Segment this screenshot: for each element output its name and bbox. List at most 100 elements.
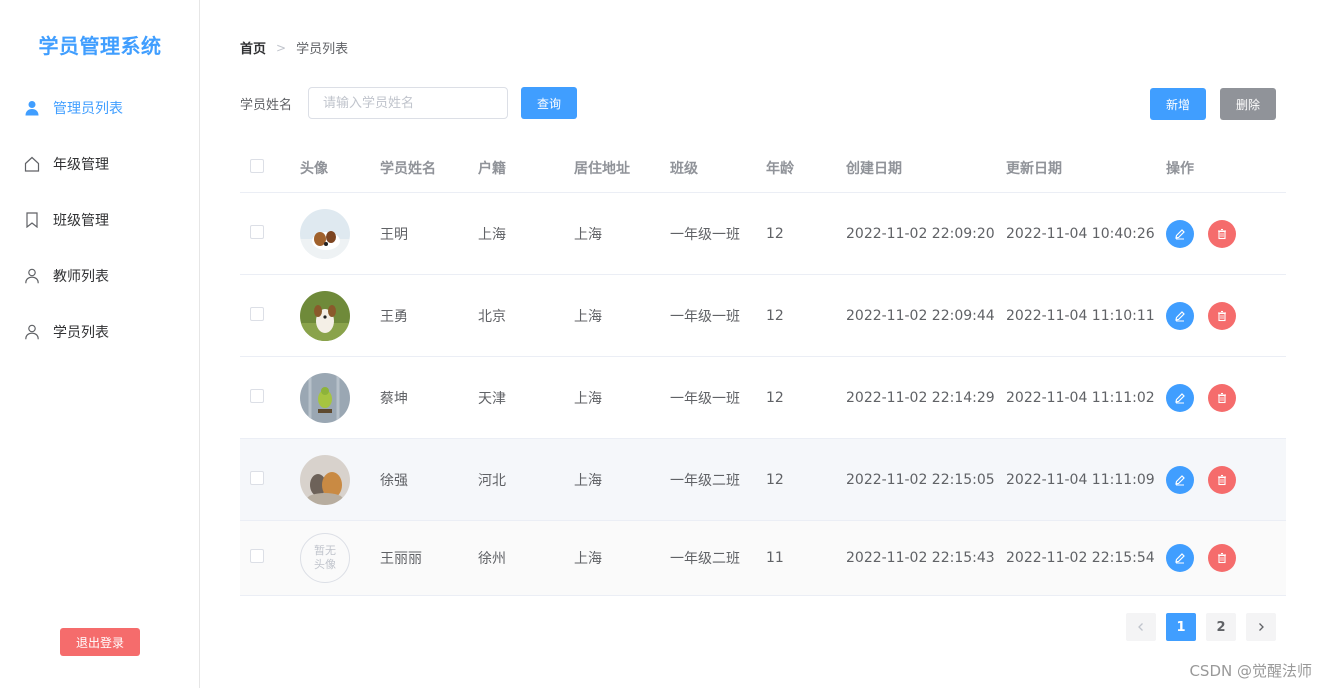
delete-row-button[interactable] <box>1208 544 1236 572</box>
dog-photo-avatar <box>300 208 350 259</box>
row-checkbox[interactable] <box>250 306 264 321</box>
page-1-button[interactable]: 1 <box>1166 613 1196 641</box>
header-avatar: 头像 <box>300 160 328 177</box>
row-checkbox[interactable] <box>250 388 264 403</box>
user-outline-icon <box>24 324 40 340</box>
query-button[interactable]: 查询 <box>521 87 577 119</box>
student-table: 头像 学员姓名 户籍 居住地址 班级 年龄 创建日期 更新日期 操作 王明 上海… <box>240 143 1286 596</box>
table-row: 王勇 北京 上海 一年级一班 12 2022-11-02 22:09:44 20… <box>240 275 1286 357</box>
table-row: 蔡坤 天津 上海 一年级一班 12 2022-11-02 22:14:29 20… <box>240 357 1286 439</box>
edit-icon <box>1175 553 1185 564</box>
row-checkbox[interactable] <box>250 470 264 485</box>
cell-updated: 2022-11-04 11:10:11 <box>1006 307 1155 324</box>
next-page-button[interactable] <box>1246 613 1276 641</box>
header-origin: 户籍 <box>478 160 506 177</box>
trash-icon <box>1218 228 1226 239</box>
cell-created: 2022-11-02 22:14:29 <box>846 389 995 406</box>
header-age: 年龄 <box>766 160 794 177</box>
cell-created: 2022-11-02 22:15:05 <box>846 471 995 488</box>
header-created: 创建日期 <box>846 160 902 177</box>
header-address: 居住地址 <box>574 160 630 177</box>
table-row: 徐强 河北 上海 一年级二班 12 2022-11-02 22:15:05 20… <box>240 439 1286 521</box>
sidebar-menu: 管理员列表 年级管理 班级管理 教师列表 学员列表 <box>0 80 199 360</box>
app-title: 学员管理系统 <box>38 34 162 58</box>
row-checkbox[interactable] <box>250 224 264 239</box>
no-avatar-placeholder: 暂无头像 <box>300 533 350 583</box>
user-outline-icon <box>24 268 40 284</box>
logout-button[interactable]: 退出登录 <box>60 628 140 656</box>
breadcrumb-home[interactable]: 首页 <box>240 38 266 57</box>
sidebar-item-label: 教师列表 <box>53 269 109 285</box>
cell-class: 一年级二班 <box>670 472 740 489</box>
cell-address: 上海 <box>574 226 602 243</box>
cell-name: 王丽丽 <box>380 551 422 567</box>
pagination: 1 2 <box>1126 613 1276 641</box>
cell-age: 12 <box>766 471 784 488</box>
cell-class: 一年级一班 <box>670 308 740 325</box>
cell-origin: 上海 <box>478 226 506 243</box>
cell-updated: 2022-11-04 11:11:09 <box>1006 471 1155 488</box>
delete-row-button[interactable] <box>1208 465 1236 494</box>
breadcrumb-current: 学员列表 <box>296 42 349 57</box>
delete-row-button[interactable] <box>1208 301 1236 330</box>
sidebar-item-class[interactable]: 班级管理 <box>0 192 199 248</box>
sidebar-item-label: 学员列表 <box>53 325 109 341</box>
sidebar-item-label: 管理员列表 <box>53 101 123 117</box>
cell-address: 上海 <box>574 551 602 567</box>
puppy-photo-avatar <box>300 290 350 341</box>
delete-row-button[interactable] <box>1208 383 1236 412</box>
select-all-checkbox[interactable] <box>250 158 264 173</box>
sidebar-item-grade[interactable]: 年级管理 <box>0 136 199 192</box>
table-row: 暂无头像 王丽丽 徐州 上海 一年级二班 11 2022-11-02 22:15… <box>240 521 1286 596</box>
user-icon <box>24 100 40 116</box>
cell-age: 12 <box>766 389 784 406</box>
edit-icon <box>1175 228 1185 239</box>
cell-created: 2022-11-02 22:15:43 <box>846 550 995 566</box>
breadcrumb: 首页 > 学员列表 <box>240 38 349 58</box>
chevron-right-icon <box>1259 623 1264 631</box>
cell-updated: 2022-11-04 10:40:26 <box>1006 225 1155 242</box>
cell-age: 12 <box>766 307 784 324</box>
chevron-left-icon <box>1138 623 1143 631</box>
header-updated: 更新日期 <box>1006 160 1062 177</box>
search-label: 学员姓名 <box>240 98 293 113</box>
table-row: 王明 上海 上海 一年级一班 12 2022-11-02 22:09:20 20… <box>240 193 1286 275</box>
cell-class: 一年级一班 <box>670 226 740 243</box>
bookmark-icon <box>24 212 40 228</box>
row-checkbox[interactable] <box>250 549 264 563</box>
cell-class: 一年级一班 <box>670 390 740 407</box>
edit-button[interactable] <box>1166 383 1194 412</box>
edit-button[interactable] <box>1166 301 1194 330</box>
cell-created: 2022-11-02 22:09:20 <box>846 225 995 242</box>
sidebar-item-students[interactable]: 学员列表 <box>0 304 199 360</box>
add-button[interactable]: 新增 <box>1150 88 1206 120</box>
delete-button[interactable]: 删除 <box>1220 88 1276 120</box>
edit-icon <box>1175 392 1185 403</box>
page-2-button[interactable]: 2 <box>1206 613 1236 641</box>
cell-name: 徐强 <box>380 472 408 489</box>
edit-button[interactable] <box>1166 465 1194 494</box>
sidebar: 学员管理系统 管理员列表 年级管理 班级管理 教师列表 学员列表 退出登录 <box>0 0 200 688</box>
trash-icon <box>1218 474 1226 485</box>
delete-row-button[interactable] <box>1208 219 1236 248</box>
prev-page-button[interactable] <box>1126 613 1156 641</box>
bird-photo-avatar <box>300 372 350 423</box>
cat-dog-photo-avatar <box>300 454 350 505</box>
cell-name: 王勇 <box>380 308 408 325</box>
sidebar-item-teachers[interactable]: 教师列表 <box>0 248 199 304</box>
cell-created: 2022-11-02 22:09:44 <box>846 307 995 324</box>
edit-button[interactable] <box>1166 219 1194 248</box>
student-name-input[interactable] <box>308 87 508 119</box>
breadcrumb-separator: > <box>276 40 287 55</box>
cell-address: 上海 <box>574 390 602 407</box>
cell-origin: 徐州 <box>478 551 506 567</box>
trash-icon <box>1218 552 1226 564</box>
cell-updated: 2022-11-02 22:15:54 <box>1006 550 1155 566</box>
cell-origin: 河北 <box>478 472 506 489</box>
table-header: 头像 学员姓名 户籍 居住地址 班级 年龄 创建日期 更新日期 操作 <box>240 143 1286 193</box>
edit-button[interactable] <box>1166 544 1194 572</box>
header-class: 班级 <box>670 160 698 177</box>
cell-origin: 天津 <box>478 390 506 407</box>
sidebar-item-admin-list[interactable]: 管理员列表 <box>0 80 199 136</box>
cell-age: 11 <box>766 550 784 566</box>
